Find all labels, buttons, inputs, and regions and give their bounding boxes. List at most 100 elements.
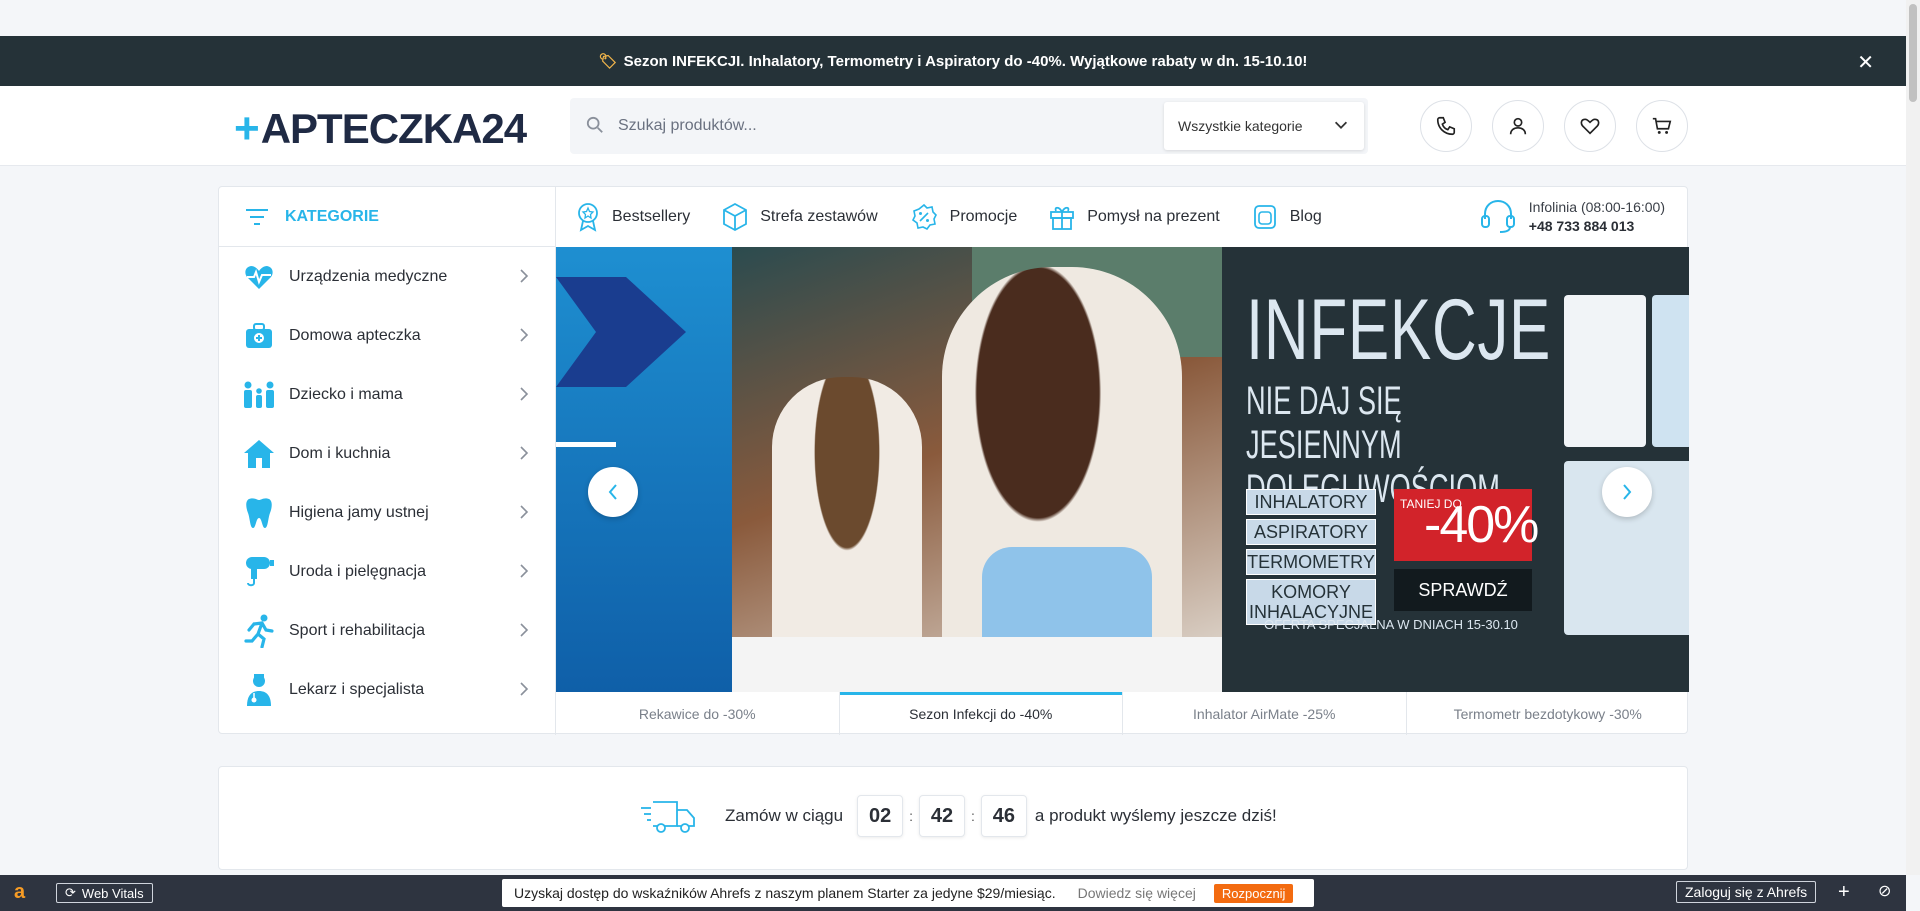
house-icon xyxy=(241,436,277,472)
category-sidebar: KATEGORIE Urządzenia medyczne Domowa apt… xyxy=(219,187,556,735)
chevron-right-icon xyxy=(520,564,529,578)
delivery-truck-icon xyxy=(641,801,695,833)
nav-label: Strefa zestawów xyxy=(760,208,878,225)
banner-tag: INHALATORY xyxy=(1246,489,1376,515)
chevron-right-icon xyxy=(520,387,529,401)
sidebar-item-label: Dom i kuchnia xyxy=(289,444,391,462)
nav-bundles[interactable]: Strefa zestawów xyxy=(722,202,878,232)
nav-label: Pomysł na prezent xyxy=(1087,208,1220,225)
sidebar-item-label: Urządzenia medyczne xyxy=(289,267,448,285)
runner-icon xyxy=(241,613,277,649)
countdown-prefix: Zamów w ciągu xyxy=(725,806,844,825)
chevron-right-icon xyxy=(520,505,529,519)
chevron-right-icon xyxy=(520,446,529,460)
slider-tab-active[interactable]: Sezon Infekcji do -40% xyxy=(839,692,1123,735)
slider-tab[interactable]: Termometr bezdotykowy -30% xyxy=(1407,692,1690,735)
banner-headline: INFEKCJE NIE DAJ SIĘ JESIENNYM DOLEGLIWO… xyxy=(1246,282,1552,511)
tag-icon: 🏷 xyxy=(598,53,618,70)
start-button[interactable]: Rozpocznij xyxy=(1213,883,1294,903)
nav-label: Promocje xyxy=(949,208,1018,225)
category-select[interactable]: Wszystkie kategorie xyxy=(1164,102,1364,150)
menu-icon xyxy=(246,208,268,225)
family-icon xyxy=(241,377,277,413)
search-icon xyxy=(586,116,603,133)
phone-button[interactable] xyxy=(1420,100,1472,152)
sidebar-item-doctor[interactable]: Lekarz i specjalista xyxy=(219,660,555,719)
banner-title: INFEKCJE xyxy=(1246,282,1552,378)
promo-text: Uzyskaj dostęp do wskaźników Ahrefs z na… xyxy=(514,885,1056,901)
sidebar-item-label: Sport i rehabilitacja xyxy=(289,621,426,639)
banner-offer: OFERTA SPECJALNA W DNIACH 15-30.10 xyxy=(1264,617,1518,632)
disable-icon[interactable]: ⊘ xyxy=(1878,881,1891,901)
slider-next-button[interactable] xyxy=(1602,467,1652,517)
refresh-icon: ⟳ xyxy=(65,885,76,900)
announcement-bar: 🏷 Sezon INFEKCJI. Inhalatory, Termometry… xyxy=(0,36,1906,86)
account-button[interactable] xyxy=(1492,100,1544,152)
discount-icon xyxy=(911,203,937,231)
sidebar-item-beauty-care[interactable]: Uroda i pielęgnacja xyxy=(219,542,555,601)
countdown-hours: 02 xyxy=(857,795,904,837)
sidebar-item-label: Lekarz i specjalista xyxy=(289,680,425,698)
headset-icon xyxy=(1480,199,1515,233)
hero-slider: INFEKCJE NIE DAJ SIĘ JESIENNYM DOLEGLIWO… xyxy=(556,247,1689,692)
slider-tab[interactable]: Inhalator AirMate -25% xyxy=(1123,692,1407,735)
sidebar-item-child-mom[interactable]: Dziecko i mama xyxy=(219,365,555,424)
slider-tab[interactable]: Rekawice do -30% xyxy=(556,692,840,735)
wishlist-button[interactable] xyxy=(1564,100,1616,152)
banner-tags: INHALATORY ASPIRATORY TERMOMETRY KOMORY … xyxy=(1246,489,1376,629)
scrollbar-thumb[interactable] xyxy=(1909,4,1917,102)
sidebar-item-label: Uroda i pielęgnacja xyxy=(289,562,426,580)
sidebar-item-sport-rehab[interactable]: Sport i rehabilitacja xyxy=(219,601,555,660)
sidebar-item-label: Domowa apteczka xyxy=(289,326,421,344)
slider-tabs: Rekawice do -30% Sezon Infekcji do -40% … xyxy=(556,692,1689,735)
hotline[interactable]: Infolinia (08:00-16:00) +48 733 884 013 xyxy=(1479,197,1665,235)
categories-header[interactable]: KATEGORIE xyxy=(219,187,555,247)
sidebar-item-oral-hygiene[interactable]: Higiena jamy ustnej xyxy=(219,483,555,542)
ahrefs-login-button[interactable]: Zaloguj się z Ahrefs xyxy=(1676,881,1817,903)
nav-label: Bestsellery xyxy=(612,208,691,225)
learn-more-link[interactable]: Dowiedz się więcej xyxy=(1078,885,1196,901)
site-logo[interactable]: + APTECZKA24 xyxy=(234,104,527,154)
close-icon[interactable]: ✕ xyxy=(1857,50,1874,75)
chevron-right-icon xyxy=(520,682,529,696)
nav-blog[interactable]: Blog xyxy=(1252,203,1322,231)
nav-gift-ideas[interactable]: Pomysł na prezent xyxy=(1049,203,1220,231)
cart-button[interactable] xyxy=(1636,100,1688,152)
sidebar-item-home-kitchen[interactable]: Dom i kuchnia xyxy=(219,424,555,483)
main-panel: KATEGORIE Urządzenia medyczne Domowa apt… xyxy=(218,186,1689,735)
chevron-down-icon xyxy=(1334,121,1348,129)
ahrefs-toolbar: a ⟳ Web Vitals Uzyskaj dostęp do wskaźni… xyxy=(0,875,1906,911)
cart-icon xyxy=(1652,117,1672,134)
search-input[interactable] xyxy=(618,98,1218,154)
sidebar-item-home-first-aid[interactable]: Domowa apteczka xyxy=(219,306,555,365)
hotline-number: +48 733 884 013 xyxy=(1528,217,1635,234)
web-vitals-button[interactable]: ⟳ Web Vitals xyxy=(56,883,153,903)
plus-icon[interactable]: + xyxy=(1838,881,1850,904)
category-select-value: Wszystkie kategorie xyxy=(1178,118,1303,134)
sidebar-item-medical-devices[interactable]: Urządzenia medyczne xyxy=(219,247,555,306)
announcement-text: Sezon INFEKCJI. Inhalatory, Termometry i… xyxy=(623,52,1308,70)
chevron-graphic xyxy=(556,277,686,447)
award-icon xyxy=(578,203,598,232)
main-nav: Bestsellery Strefa zestawów Promocje Pom… xyxy=(556,187,1689,247)
chevron-right-icon xyxy=(1623,484,1632,500)
sidebar-item-label: Higiena jamy ustnej xyxy=(289,503,429,521)
slider-prev-button[interactable] xyxy=(588,467,638,517)
nav-label: Blog xyxy=(1289,208,1322,225)
chevron-right-icon xyxy=(520,328,529,342)
nav-bestsellers[interactable]: Bestsellery xyxy=(576,202,690,232)
discount-badge: TANIEJ DO -40% xyxy=(1394,489,1539,561)
hair-dryer-icon xyxy=(241,554,277,590)
nav-promotions[interactable]: Promocje xyxy=(910,203,1018,231)
countdown-seconds: 46 xyxy=(980,795,1027,837)
banner-tag: ASPIRATORY xyxy=(1246,519,1376,545)
page-scrollbar[interactable] xyxy=(1906,0,1920,875)
ahrefs-promo: Uzyskaj dostęp do wskaźników Ahrefs z na… xyxy=(502,879,1314,907)
gift-icon xyxy=(1050,206,1075,230)
first-aid-kit-icon xyxy=(241,318,277,354)
logo-text: APTECZKA24 xyxy=(260,105,527,152)
phone-icon xyxy=(1436,116,1456,136)
user-icon xyxy=(1509,117,1527,135)
ahrefs-logo[interactable]: a xyxy=(14,881,25,904)
banner-cta-button[interactable]: SPRAWDŹ xyxy=(1394,569,1532,611)
